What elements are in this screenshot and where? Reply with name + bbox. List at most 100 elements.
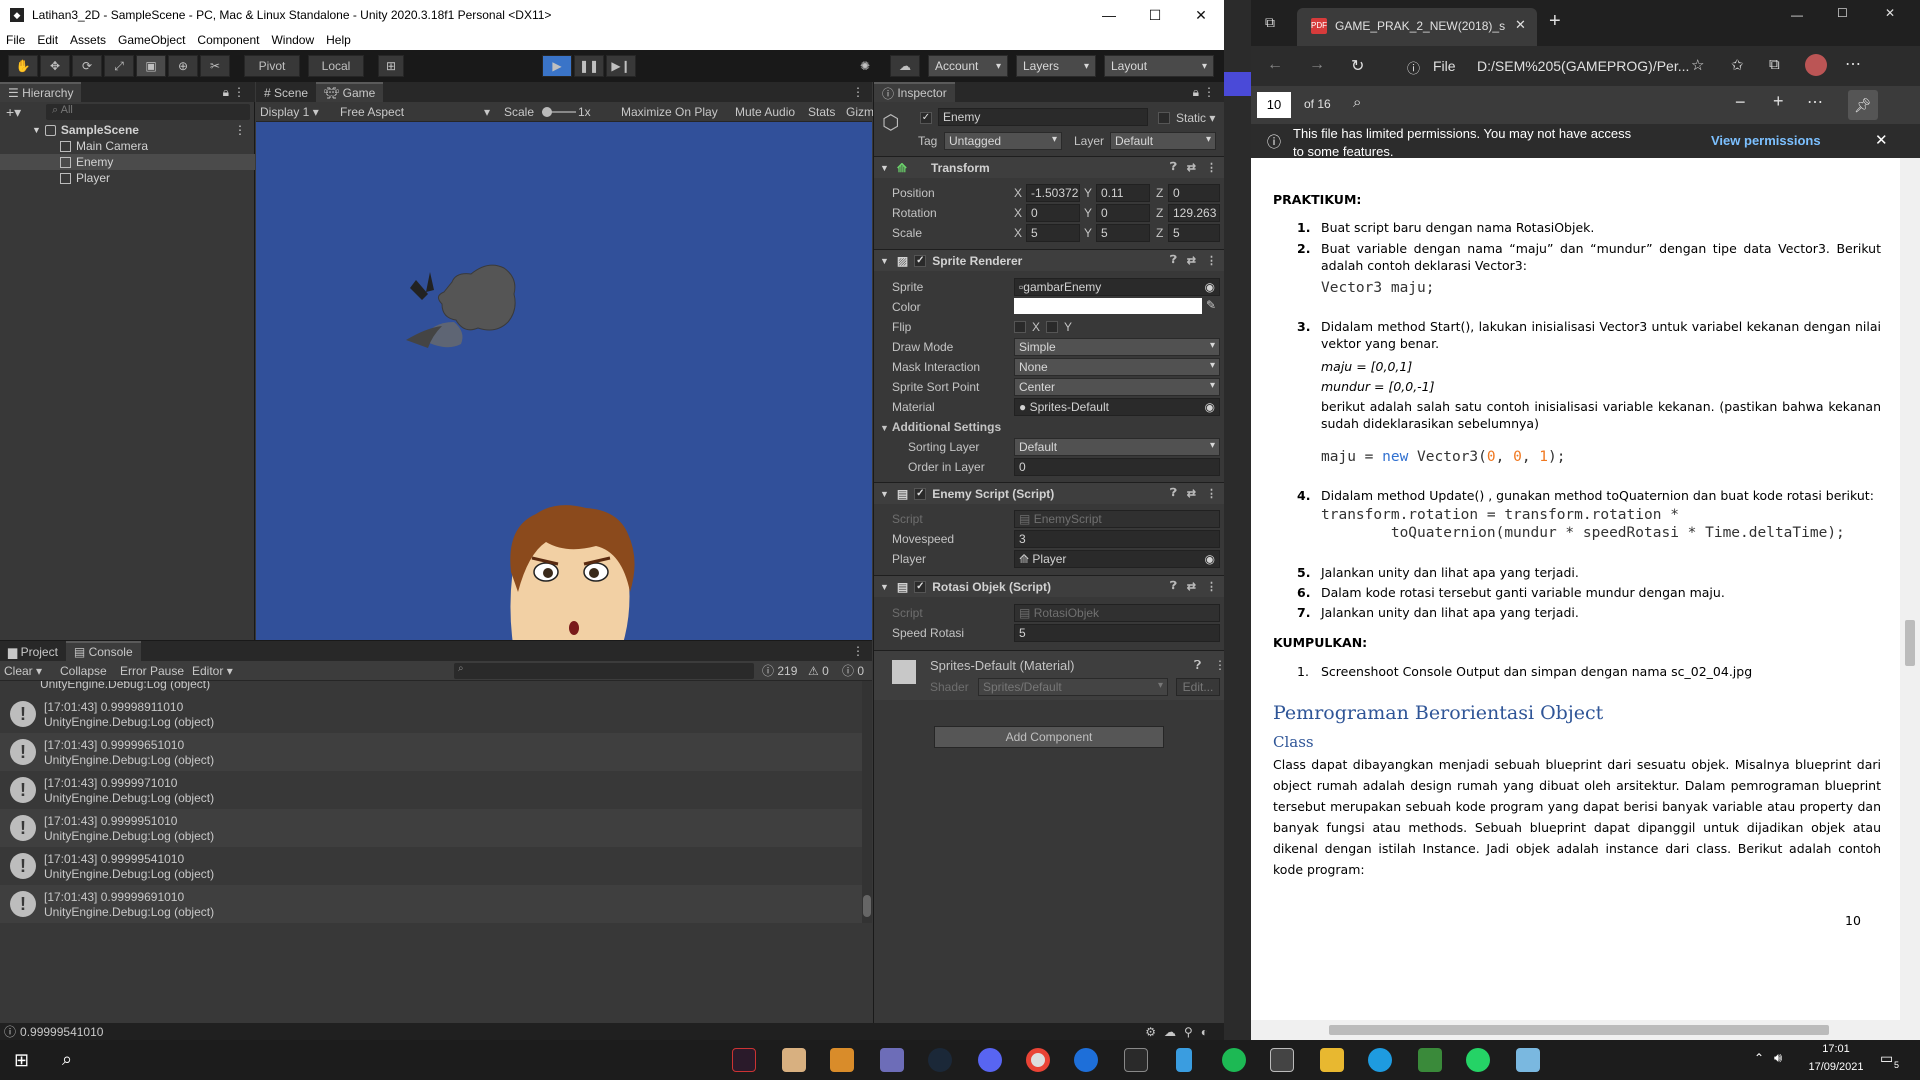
kebab-menu-icon[interactable]: ⋮ [1206, 580, 1217, 593]
menu-assets[interactable]: Assets [70, 33, 106, 47]
account-dropdown[interactable]: Account [928, 55, 1008, 77]
mute-audio-toggle[interactable]: Mute Audio [735, 105, 795, 119]
layer-dropdown[interactable]: Default [1110, 132, 1216, 150]
app-icon[interactable] [1074, 1048, 1098, 1072]
pivot-button[interactable]: Pivot [244, 55, 300, 77]
scale-slider-handle[interactable] [542, 107, 552, 117]
layout-dropdown[interactable]: Layout [1104, 55, 1214, 77]
close-banner-icon[interactable]: ✕ [1875, 131, 1888, 149]
tab-game[interactable]: 👾︎ Game [316, 82, 384, 102]
kebab-menu-icon[interactable]: ⋮ [1214, 658, 1224, 672]
taskbar-time[interactable]: 17:01 [1806, 1043, 1866, 1055]
zoom-in-icon[interactable]: + [1773, 91, 1784, 112]
component-enabled-checkbox[interactable]: ✓ [914, 487, 927, 500]
address-input[interactable]: D:/SEM%205(GAMEPROG)/Per... [1477, 58, 1689, 74]
position-y-field[interactable]: 0.11 [1096, 184, 1150, 202]
whatsapp-icon[interactable] [1466, 1048, 1490, 1072]
refresh-icon[interactable]: ↻ [1351, 56, 1364, 76]
kebab-menu-icon[interactable]: ⋮ [1206, 254, 1217, 267]
profile-avatar[interactable] [1805, 54, 1827, 76]
local-button[interactable]: Local [308, 55, 364, 77]
console-scroll-thumb[interactable] [863, 895, 871, 917]
scale-tool-icon[interactable]: ⤢ [104, 55, 134, 77]
stats-toggle[interactable]: Stats [808, 105, 835, 119]
new-tab-icon[interactable]: + [1549, 10, 1561, 33]
object-picker-icon[interactable]: ◉ [1205, 280, 1215, 294]
help-icon[interactable]: ❓︎ [1194, 658, 1201, 673]
sprite-field[interactable]: ▫gambarEnemy ◉ [1014, 278, 1220, 296]
menu-component[interactable]: Component [197, 33, 259, 47]
taskbar-date[interactable]: 17/09/2021 [1798, 1061, 1874, 1073]
favorite-star-icon[interactable]: ☆ [1691, 56, 1704, 74]
component-enabled-checkbox[interactable]: ✓ [914, 254, 927, 267]
game-viewport[interactable] [256, 122, 872, 640]
search-icon[interactable]: ⌕ [1353, 94, 1361, 111]
pdf-horizontal-scrollbar[interactable] [1251, 1020, 1920, 1040]
app-icon[interactable] [1516, 1048, 1540, 1072]
object-name-field[interactable]: Enemy [938, 108, 1148, 126]
material-field[interactable]: ● Sprites-Default ◉ [1014, 398, 1220, 416]
add-icon[interactable]: +▾ [6, 104, 21, 121]
volume-icon[interactable]: 🔊︎ [1774, 1050, 1782, 1066]
grid-snap-icon[interactable]: ⊞ [378, 55, 404, 77]
static-checkbox[interactable] [1158, 112, 1170, 124]
collapse-toggle[interactable]: Collapse [60, 664, 107, 678]
tag-dropdown[interactable]: Untagged [944, 132, 1062, 150]
flip-y-checkbox[interactable] [1046, 321, 1058, 333]
tab-inspector[interactable]: ⓘ Inspector [874, 82, 955, 102]
collections-icon[interactable]: ⧉ [1769, 56, 1780, 73]
log-entry[interactable]: ! [17:01:43] 0.99998911010 UnityEngine.Deb… [0, 695, 862, 733]
movespeed-field[interactable]: 3 [1014, 530, 1220, 548]
tray-chevron-icon[interactable]: ⌃ [1754, 1051, 1764, 1065]
speed-rotasi-field[interactable]: 5 [1014, 624, 1220, 642]
minimize-icon[interactable]: — [1086, 0, 1132, 30]
notification-icon[interactable]: ▭ [1880, 1050, 1893, 1067]
console-scrollbar[interactable] [862, 681, 872, 923]
editor-dropdown[interactable]: Editor ▾ [192, 664, 233, 678]
search-icon[interactable]: ⌕ [62, 1049, 72, 1070]
layers-dropdown[interactable]: Layers [1016, 55, 1096, 77]
static-dropdown[interactable]: Static ▾ [1176, 111, 1215, 125]
lock-icon[interactable]: 🔒︎ [223, 85, 229, 100]
hierarchy-scene-row[interactable]: ▼ SampleScene ⋮ [32, 122, 254, 138]
kebab-menu-icon[interactable]: ⋮ [1203, 85, 1215, 99]
additional-settings-foldout[interactable]: ▼ Additional Settings [880, 420, 1001, 434]
pdf-scroll-thumb[interactable] [1905, 620, 1915, 666]
maximize-on-play-toggle[interactable]: Maximize On Play [621, 105, 718, 119]
log-count-toggle[interactable]: ⓘ 219 [762, 662, 797, 679]
log-entry[interactable]: ! [17:01:43] 0.99999651010 UnityEngine.Deb… [0, 733, 862, 771]
kebab-menu-icon[interactable]: ⋮ [1206, 161, 1217, 174]
hierarchy-search-input[interactable]: ⌕ All [46, 104, 250, 120]
position-z-field[interactable]: 0 [1168, 184, 1220, 202]
lock-icon[interactable]: 🔒︎ [1193, 85, 1199, 100]
spotify-icon[interactable] [1222, 1048, 1246, 1072]
custom-tool-icon[interactable]: ✂ [200, 55, 230, 77]
mask-interaction-dropdown[interactable]: None [1014, 358, 1220, 376]
maximize-icon[interactable]: ☐ [1837, 6, 1848, 20]
preset-icon[interactable]: ⇄ [1187, 161, 1196, 174]
position-x-field[interactable]: -1.50372 [1026, 184, 1080, 202]
rect-tool-icon[interactable]: ▣ [136, 55, 166, 77]
more-icon[interactable]: ⋯ [1845, 54, 1861, 74]
menu-edit[interactable]: Edit [37, 33, 58, 47]
help-icon[interactable]: ❓︎ [1170, 161, 1177, 174]
app-icon[interactable] [1176, 1048, 1192, 1072]
maximize-icon[interactable]: ☐ [1132, 0, 1178, 30]
info-icon[interactable]: ⓘ [1407, 58, 1420, 77]
log-entry[interactable]: ! [17:01:43] 0.9999951010 UnityEngine.Debu… [0, 809, 862, 847]
add-component-button[interactable]: Add Component [934, 726, 1164, 748]
display-dropdown[interactable]: Display 1 ▾ [260, 105, 319, 119]
rotate-tool-icon[interactable]: ⟳ [72, 55, 102, 77]
order-in-layer-field[interactable]: 0 [1014, 458, 1220, 476]
flip-x-checkbox[interactable] [1014, 321, 1026, 333]
menu-help[interactable]: Help [326, 33, 351, 47]
pause-button[interactable]: ❚❚ [574, 55, 604, 77]
close-icon[interactable]: ✕ [1885, 6, 1895, 20]
warn-count-toggle[interactable]: ⚠ 0 [808, 664, 829, 678]
preset-icon[interactable]: ⇄ [1187, 580, 1196, 593]
kebab-menu-icon[interactable]: ⋮ [852, 85, 864, 99]
preset-icon[interactable]: ⇄ [1187, 487, 1196, 500]
gizmos-toggle[interactable]: Gizm [846, 105, 874, 119]
hierarchy-item-enemy[interactable]: Enemy [0, 154, 255, 170]
help-icon[interactable]: ❓︎ [1170, 580, 1177, 593]
